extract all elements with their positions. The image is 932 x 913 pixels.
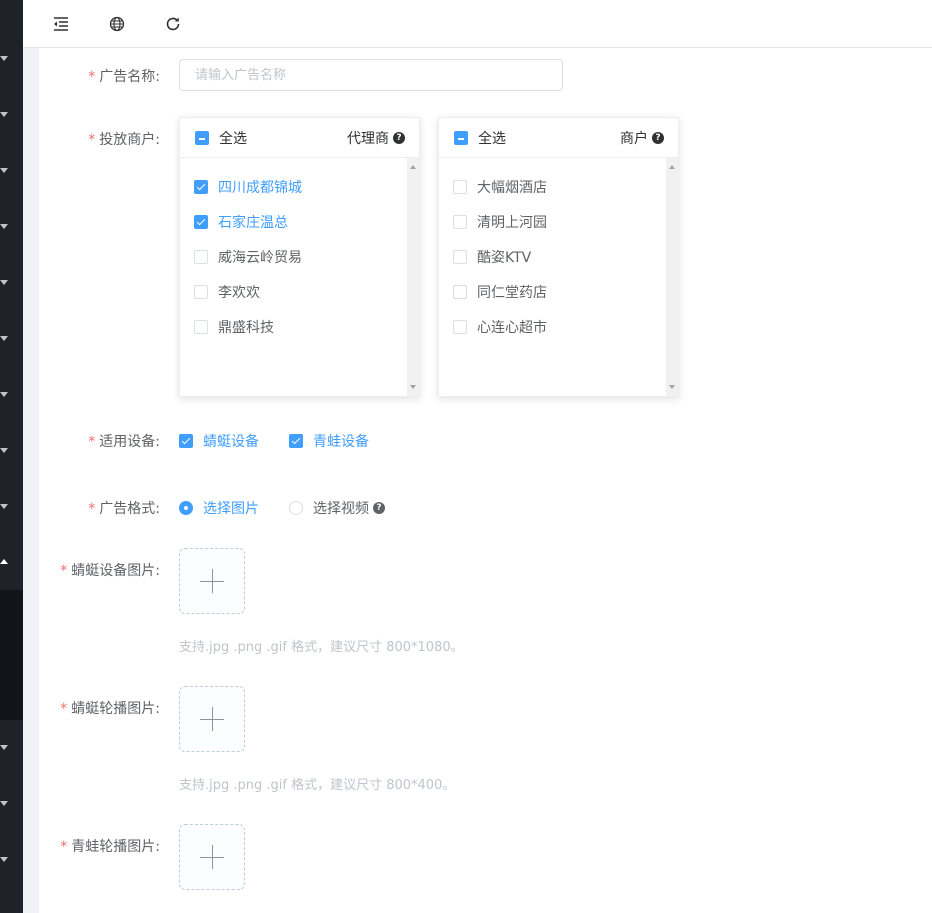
list-item[interactable]: 威海云岭贸易 [194, 247, 302, 267]
dragonfly-carousel-label: * 蜻蜓轮播图片: [60, 701, 160, 717]
checkbox[interactable] [194, 320, 208, 334]
shop-panel-header: 全选 商户 ? [439, 118, 678, 158]
list-item[interactable]: 同仁堂药店 [453, 282, 547, 302]
agent-panel-title: 代理商 [347, 130, 389, 147]
checkbox[interactable] [289, 434, 303, 448]
dragonfly-carousel-tip: 支持.jpg .png .gif 格式，建议尺寸 800*400。 [179, 778, 456, 793]
radio[interactable] [179, 501, 193, 515]
ad-name-input[interactable] [179, 59, 563, 91]
list-item[interactable]: 李欢欢 [194, 282, 260, 302]
dragonfly-image-upload-button[interactable] [179, 548, 245, 614]
agent-list: 四川成都锦城 石家庄温总 威海云岭贸易 李欢欢 鼎盛科技 [180, 158, 419, 396]
dragonfly-carousel-upload-button[interactable] [179, 686, 245, 752]
dragonfly-image-tip: 支持.jpg .png .gif 格式，建议尺寸 800*1080。 [179, 640, 464, 655]
ad-name-label: * 广告名称: [88, 69, 160, 85]
shop-select-all-checkbox[interactable] [454, 130, 468, 145]
shop-select-all-label[interactable]: 全选 [478, 128, 506, 148]
shop-panel-title: 商户 [620, 130, 648, 147]
device-dragonfly-option[interactable]: 蜻蜓设备 [179, 431, 259, 451]
checkbox[interactable] [194, 180, 208, 194]
checkbox[interactable] [194, 250, 208, 264]
format-label: * 广告格式: [88, 501, 160, 517]
devices-label: * 适用设备: [88, 434, 160, 450]
ad-form: *广告名称: *投放商户: 全选 代理商 ? 四川成都锦城 石家庄温总 [0, 0, 932, 913]
checkbox[interactable] [453, 285, 467, 299]
list-item[interactable]: 石家庄温总 [194, 212, 288, 232]
checkbox[interactable] [453, 250, 467, 264]
checkbox[interactable] [453, 215, 467, 229]
list-item[interactable]: 大幅烟酒店 [453, 177, 547, 197]
checkbox[interactable] [194, 285, 208, 299]
checkbox[interactable] [453, 180, 467, 194]
shop-transfer-panel: 全选 商户 ? 大幅烟酒店 清明上河园 酷姿KTV 同仁堂药店 心连心超市 [438, 117, 679, 397]
scroll-down-icon[interactable] [410, 385, 416, 389]
list-item[interactable]: 酷姿KTV [453, 247, 531, 267]
agent-transfer-panel: 全选 代理商 ? 四川成都锦城 石家庄温总 威海云岭贸易 李欢欢 鼎盛科技 [179, 117, 420, 397]
dragonfly-image-label: * 蜻蜓设备图片: [60, 563, 160, 579]
format-video-radio[interactable]: 选择视频 ? [289, 498, 385, 518]
checkbox[interactable] [194, 215, 208, 229]
format-image-radio[interactable]: 选择图片 [179, 498, 259, 518]
scroll-up-icon[interactable] [669, 165, 675, 169]
agent-list-scrollbar[interactable] [407, 158, 419, 396]
list-item[interactable]: 心连心超市 [453, 317, 547, 337]
frog-carousel-label: * 青蛙轮播图片: [60, 839, 160, 855]
agent-panel-header: 全选 代理商 ? [180, 118, 419, 158]
scroll-down-icon[interactable] [669, 385, 675, 389]
list-item[interactable]: 四川成都锦城 [194, 177, 302, 197]
help-icon[interactable]: ? [373, 502, 385, 514]
checkbox[interactable] [453, 320, 467, 334]
agent-select-all-label[interactable]: 全选 [219, 128, 247, 148]
scroll-up-icon[interactable] [410, 165, 416, 169]
frog-carousel-upload-button[interactable] [179, 824, 245, 890]
merchants-label: * 投放商户: [88, 132, 160, 148]
device-frog-option[interactable]: 青蛙设备 [289, 431, 369, 451]
list-item[interactable]: 鼎盛科技 [194, 317, 274, 337]
shop-list: 大幅烟酒店 清明上河园 酷姿KTV 同仁堂药店 心连心超市 [439, 158, 678, 396]
checkbox[interactable] [179, 434, 193, 448]
radio[interactable] [289, 501, 303, 515]
help-icon[interactable]: ? [652, 131, 664, 144]
list-item[interactable]: 清明上河园 [453, 212, 547, 232]
help-icon[interactable]: ? [393, 131, 405, 144]
agent-select-all-checkbox[interactable] [195, 130, 209, 145]
shop-list-scrollbar[interactable] [666, 158, 678, 396]
